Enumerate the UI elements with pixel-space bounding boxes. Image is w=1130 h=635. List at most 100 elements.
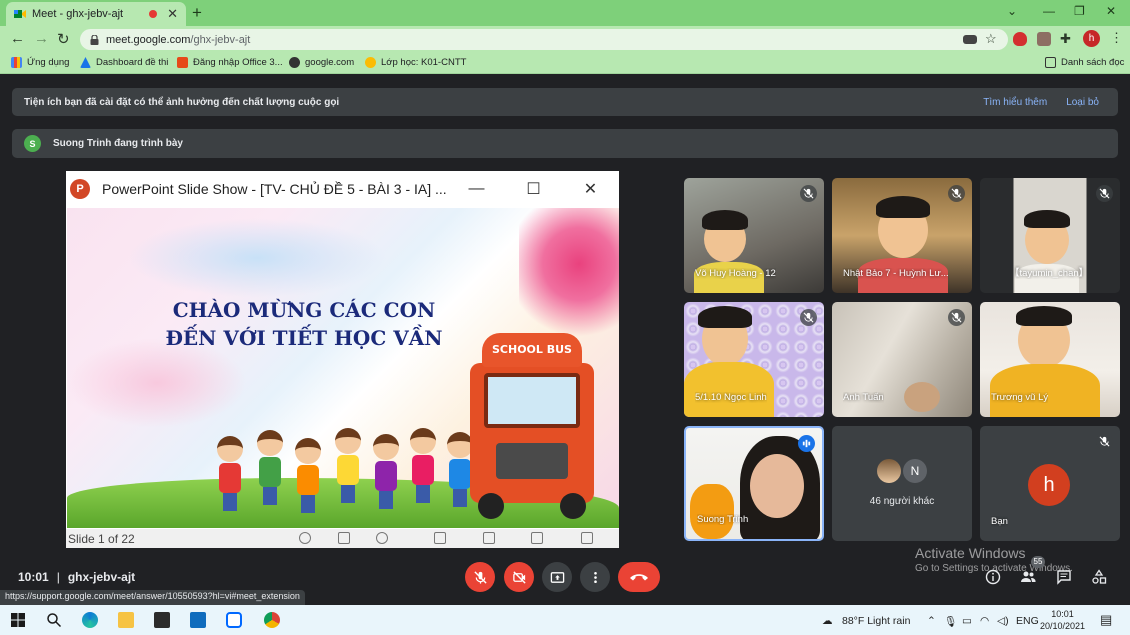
- maximize-icon[interactable]: ❐: [1074, 4, 1085, 18]
- participant-tile[interactable]: Trương vũ Lý: [980, 302, 1120, 417]
- muted-mic-icon: [1096, 185, 1113, 202]
- leave-call-button[interactable]: [618, 562, 660, 592]
- presenting-banner: S Suong Trinh đang trình bày: [12, 129, 1118, 158]
- new-tab-icon[interactable]: +: [192, 3, 202, 23]
- globe-icon: [289, 57, 300, 68]
- tray-chevron-icon[interactable]: ⌃: [927, 615, 936, 627]
- slide-child-figure: [257, 430, 283, 505]
- present-now-button[interactable]: [542, 562, 572, 592]
- wifi-icon[interactable]: ◠: [980, 615, 989, 627]
- powerpoint-logo-icon: P: [70, 178, 90, 199]
- ppt-normal-view-icon: [434, 532, 446, 544]
- slide-school-bus: SCHOOL BUS: [462, 333, 602, 523]
- mic-toggle-button[interactable]: [465, 562, 495, 592]
- edge-icon[interactable]: [82, 612, 98, 628]
- classroom-icon: [365, 57, 376, 68]
- participant-tile[interactable]: Nhật Bảo 7 - Huỳnh Lư...: [832, 178, 972, 293]
- muted-mic-icon: [800, 309, 817, 326]
- search-icon[interactable]: [46, 612, 62, 628]
- meeting-details-icon[interactable]: [985, 569, 1001, 585]
- others-tile[interactable]: N 46 người khác: [832, 426, 972, 541]
- camera-off-icon: [512, 570, 526, 584]
- reading-list[interactable]: Danh sách đọc: [1045, 57, 1124, 68]
- camera-indicator-icon[interactable]: [963, 35, 977, 44]
- browser-tab[interactable]: Meet - ghx-jebv-ajt ✕: [6, 2, 186, 26]
- slide-child-figure: [335, 428, 361, 503]
- participant-name: Võ Huy Hoàng - 12: [695, 268, 776, 279]
- speaking-indicator-icon: [798, 435, 815, 452]
- bookmark-dashboard[interactable]: Dashboard đề thi: [80, 57, 168, 68]
- taskbar-clock[interactable]: 10:01 20/10/2021: [1040, 608, 1085, 632]
- ppt-slideshow-icon: [581, 532, 593, 544]
- participant-name: 5/1.10 Ngọc Linh: [695, 392, 767, 403]
- minimize-icon[interactable]: —: [1043, 4, 1055, 18]
- ppt-titlebar: P PowerPoint Slide Show - [TV- CHỦ ĐỀ 5 …: [66, 171, 619, 206]
- participant-name: Bạn: [991, 516, 1008, 527]
- extension-icon[interactable]: [1037, 32, 1051, 46]
- bookmark-classroom[interactable]: Lớp học: K01-CNTT: [365, 57, 466, 68]
- drive-icon: [80, 57, 91, 68]
- store-icon[interactable]: [154, 612, 170, 628]
- profile-avatar[interactable]: h: [1083, 30, 1100, 47]
- present-screen-icon: [550, 571, 564, 583]
- puzzle-icon[interactable]: ✚: [1060, 31, 1071, 47]
- volume-icon[interactable]: ◁): [997, 615, 1009, 627]
- participant-tile[interactable]: Anh Tuấn: [832, 302, 972, 417]
- more-options-button[interactable]: [580, 562, 610, 592]
- forward-icon[interactable]: →: [34, 30, 49, 47]
- people-icon[interactable]: [1020, 569, 1036, 585]
- participant-tile[interactable]: 【tayumin_chan】: [980, 178, 1120, 293]
- presenting-text: Suong Trinh đang trình bày: [53, 138, 183, 149]
- others-count: 46 người khác: [869, 496, 935, 507]
- bookmark-office[interactable]: Đăng nhập Office 3...: [177, 57, 283, 68]
- bookmark-star-icon[interactable]: ☆: [985, 31, 997, 47]
- weather-text[interactable]: 88°F Light rain: [842, 615, 910, 627]
- clock-date: 20/10/2021: [1040, 621, 1086, 631]
- bookmark-google[interactable]: google.com: [289, 57, 354, 68]
- chrome-icon[interactable]: [264, 612, 280, 628]
- self-tile[interactable]: h Bạn: [980, 426, 1120, 541]
- shared-screen: P PowerPoint Slide Show - [TV- CHỦ ĐỀ 5 …: [66, 171, 619, 548]
- battery-icon[interactable]: ▭: [962, 615, 972, 627]
- bookmark-apps[interactable]: Ứng dụng: [11, 57, 69, 68]
- reload-icon[interactable]: ↻: [57, 30, 70, 48]
- menu-icon[interactable]: ⋮: [1110, 30, 1123, 46]
- extension-shield-icon[interactable]: [1013, 32, 1027, 46]
- slide-child-figure: [373, 434, 399, 509]
- close-window-icon[interactable]: ✕: [1106, 4, 1116, 18]
- remove-link[interactable]: Loại bỏ: [1066, 97, 1099, 108]
- presenter-avatar: S: [24, 135, 41, 152]
- others-avatar-photo: [877, 459, 901, 483]
- mic-tray-icon[interactable]: 🎙: [944, 615, 957, 628]
- ppt-close-icon: ✕: [583, 180, 598, 198]
- participant-hair: [1024, 210, 1070, 228]
- language-indicator[interactable]: ENG: [1016, 615, 1039, 627]
- close-tab-icon[interactable]: ✕: [167, 6, 178, 22]
- camera-toggle-button[interactable]: [504, 562, 534, 592]
- ppt-window-title: PowerPoint Slide Show - [TV- CHỦ ĐỀ 5 - …: [102, 180, 447, 197]
- meet-favicon-icon: [14, 10, 26, 18]
- back-icon[interactable]: ←: [10, 30, 25, 47]
- mail-icon[interactable]: [190, 612, 206, 628]
- participant-name: Anh Tuấn: [843, 392, 884, 403]
- url-host: meet.google.com: [106, 33, 191, 46]
- address-bar[interactable]: meet.google.com/ghx-jebv-ajt: [80, 29, 1008, 50]
- bookmark-label: Dashboard đề thi: [96, 57, 169, 68]
- slide-heading-line1: CHÀO MỪNG CÁC CON: [172, 298, 436, 322]
- participant-name: Nhật Bảo 7 - Huỳnh Lư...: [843, 268, 949, 279]
- participant-face: [904, 382, 940, 412]
- activities-icon[interactable]: [1091, 569, 1107, 585]
- zalo-icon[interactable]: [226, 612, 242, 628]
- windows-start-icon[interactable]: [10, 612, 26, 628]
- meeting-info: 10:01 | ghx-jebv-ajt: [18, 570, 135, 584]
- weather-icon[interactable]: ☁: [822, 615, 833, 627]
- reading-list-icon: [1045, 57, 1056, 68]
- participant-tile[interactable]: Võ Huy Hoàng - 12: [684, 178, 824, 293]
- participant-tile[interactable]: 5/1.10 Ngọc Linh: [684, 302, 824, 417]
- chevron-down-icon[interactable]: ⌄: [1007, 4, 1017, 18]
- chat-icon[interactable]: [1056, 569, 1072, 585]
- participant-tile-active-speaker[interactable]: Suong Trinh: [684, 426, 824, 541]
- learn-more-link[interactable]: Tìm hiểu thêm: [983, 97, 1047, 108]
- file-explorer-icon[interactable]: [118, 612, 134, 628]
- notifications-icon[interactable]: ▤: [1100, 612, 1112, 628]
